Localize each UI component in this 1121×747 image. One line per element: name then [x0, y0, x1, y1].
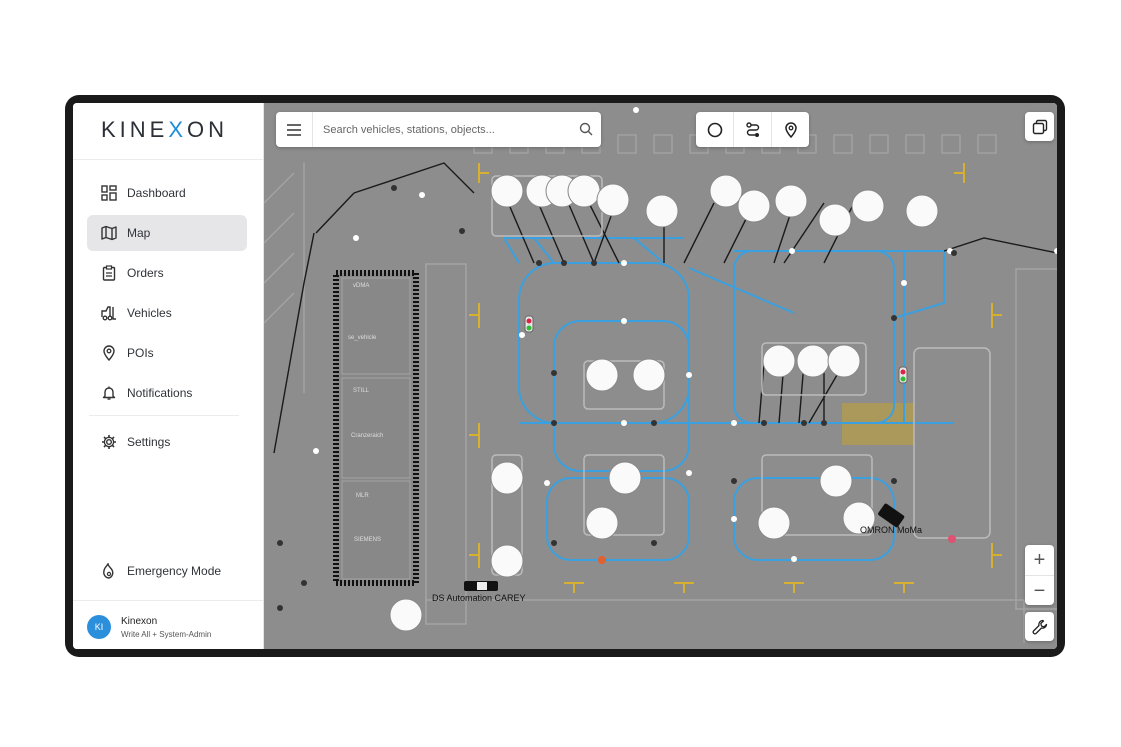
divider	[89, 415, 239, 416]
vehicle-label[interactable]: OMRON MoMa	[860, 525, 922, 535]
zoom-in-button[interactable]: +	[1025, 545, 1054, 576]
sidebar-item-dashboard[interactable]: Dashboard	[87, 175, 247, 211]
location-pin-icon	[103, 345, 115, 361]
layers-icon	[1032, 119, 1047, 134]
map-icon	[101, 225, 117, 241]
kinexon-logo: KINEXON	[101, 117, 229, 142]
rack-label: SIEMENS	[354, 537, 382, 543]
rack-label: STILL	[353, 388, 370, 394]
user-name: Kinexon	[121, 615, 158, 627]
sidebar-item-orders[interactable]: Orders	[87, 255, 247, 291]
rack-label: vDMA	[353, 283, 370, 289]
circle-icon	[707, 122, 722, 137]
search-input[interactable]	[321, 122, 575, 137]
warehouse-map	[264, 107, 1057, 643]
zoom-out-button[interactable]: −	[1025, 576, 1054, 606]
wrench-icon	[1032, 619, 1047, 634]
circle-tool-button[interactable]	[696, 112, 734, 147]
route-tool-button[interactable]	[734, 112, 772, 147]
sidebar-item-map[interactable]: Map	[87, 215, 247, 251]
zoom-controls: + −	[1025, 545, 1054, 605]
sidebar-item-label: Dashboard	[127, 186, 186, 200]
sidebar-item-label: POIs	[127, 346, 154, 360]
sidebar-item-vehicles[interactable]: Vehicles	[87, 295, 247, 331]
sidebar-item-label: Orders	[127, 266, 164, 280]
rack-label: MLR	[356, 493, 369, 499]
sidebar: KINEXON Dashboard Map Orders Vehicles PO…	[73, 103, 264, 649]
search-bar	[276, 112, 601, 147]
tools-button[interactable]	[1025, 612, 1054, 641]
sidebar-item-pois[interactable]: POIs	[87, 335, 247, 371]
user-profile[interactable]: KI Kinexon Write All + System-Admin	[87, 615, 211, 639]
sidebar-item-label: Vehicles	[127, 306, 172, 320]
app-screen: KINEXON Dashboard Map Orders Vehicles PO…	[73, 103, 1057, 649]
divider	[73, 600, 263, 601]
location-pin-icon	[784, 121, 797, 138]
sidebar-item-label: Map	[127, 226, 151, 240]
emergency-icon	[103, 563, 114, 579]
gear-icon	[102, 435, 116, 449]
layers-button[interactable]	[1025, 112, 1054, 141]
route-icon	[745, 121, 759, 137]
avatar: KI	[87, 615, 111, 639]
rack-label: Cranzeraich	[351, 433, 384, 439]
divider	[73, 159, 263, 160]
bell-icon	[102, 386, 116, 400]
sidebar-item-label: Notifications	[127, 386, 193, 400]
dashboard-icon	[101, 185, 117, 201]
map-canvas[interactable]: vDMA se_vehicle STILL Cranzeraich MLR SI…	[264, 103, 1057, 649]
search-icon[interactable]	[579, 122, 593, 136]
sidebar-item-notifications[interactable]: Notifications	[87, 375, 247, 411]
sidebar-item-label: Settings	[127, 435, 171, 449]
rack-label: se_vehicle	[348, 335, 377, 341]
user-role: Write All + System-Admin	[121, 629, 212, 639]
emergency-mode-label: Emergency Mode	[127, 564, 222, 578]
menu-button[interactable]	[276, 112, 313, 147]
clipboard-icon	[102, 265, 116, 281]
hamburger-menu-icon	[287, 123, 301, 136]
poi-tool-button[interactable]	[772, 112, 809, 147]
forklift-icon	[101, 306, 116, 321]
vehicle-label[interactable]: DS Automation CAREY	[432, 593, 526, 603]
sidebar-item-settings[interactable]: Settings	[87, 424, 247, 460]
device-frame: KINEXON Dashboard Map Orders Vehicles PO…	[65, 95, 1065, 657]
emergency-mode-button[interactable]: Emergency Mode	[87, 553, 247, 589]
map-toolbar	[696, 112, 809, 147]
